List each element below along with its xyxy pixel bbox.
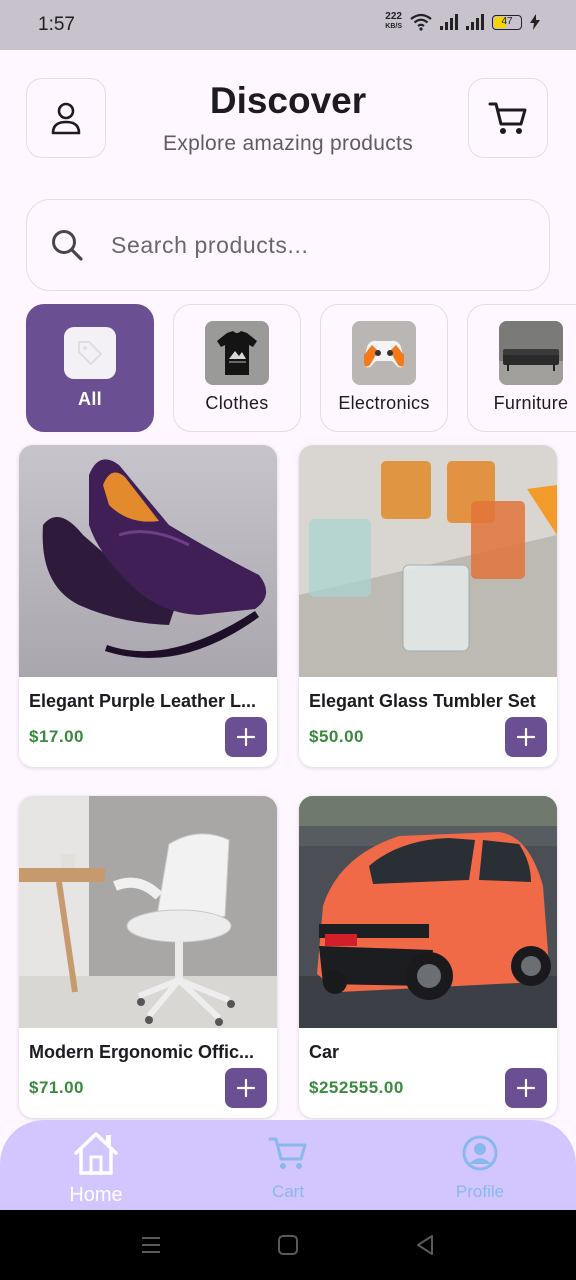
signal-icon-1 [440,14,458,30]
product-price: $71.00 [29,1078,84,1097]
network-speed-value: 222 [385,11,402,22]
product-card[interactable]: Car $252555.00 [299,796,557,1118]
product-image-office-chair [19,796,277,1028]
nav-profile[interactable]: Profile [384,1120,576,1210]
plus-icon [236,1078,256,1098]
category-list[interactable]: All Clothes Electronics Furniture [26,304,576,432]
product-price: $17.00 [29,727,84,746]
product-name: Modern Ergonomic Offic... [29,1042,255,1062]
product-card[interactable]: Elegant Glass Tumbler Set $50.00 [299,445,557,767]
add-to-cart-button[interactable] [505,1068,547,1108]
add-to-cart-button[interactable] [505,717,547,757]
system-navigation-bar [0,1210,576,1280]
header: Discover Explore amazing products [0,50,576,190]
bottom-navigation: Home Cart Profile [0,1120,576,1210]
product-image-glass-tumblers [299,445,557,677]
cart-icon [488,102,527,134]
search-input[interactable] [111,231,511,259]
battery-icon: 47 [492,14,522,30]
network-speed-unit: KB/S [385,23,402,30]
tshirt-thumbnail [205,321,269,385]
product-name: Elegant Glass Tumbler Set [309,691,536,711]
status-icons: 222 KB/S 47 [385,12,540,32]
nav-home[interactable]: Home [0,1120,192,1210]
wifi-icon [410,13,432,31]
network-speed: 222 KB/S [385,12,402,32]
battery-level: 47 [501,15,513,27]
nav-label: Home [69,1184,123,1206]
category-electronics[interactable]: Electronics [320,304,448,432]
category-label: Clothes [205,393,269,413]
product-image-purple-loafers [19,445,277,677]
nav-label: Profile [455,1182,505,1201]
category-all[interactable]: All [26,304,154,432]
search-box[interactable] [26,199,550,291]
add-to-cart-button[interactable] [225,717,267,757]
product-price: $50.00 [309,727,364,746]
nav-cart[interactable]: Cart [192,1120,384,1210]
product-card[interactable]: Elegant Purple Leather L... $17.00 [19,445,277,767]
add-to-cart-button[interactable] [225,1068,267,1108]
plus-icon [516,1078,536,1098]
category-label: All [78,389,102,409]
category-label: Furniture [493,393,569,413]
category-label: Electronics [338,393,430,413]
charging-bolt-icon [530,14,540,30]
tag-icon [64,327,116,379]
category-clothes[interactable]: Clothes [173,304,301,432]
product-card[interactable]: Modern Ergonomic Offic... $71.00 [19,796,277,1118]
signal-icon-2 [466,14,484,30]
recents-icon[interactable] [140,1234,162,1256]
product-name: Car [309,1042,340,1062]
product-name: Elegant Purple Leather L... [29,691,257,711]
nav-label: Cart [271,1182,305,1201]
home-icon [71,1128,121,1178]
cart-icon [268,1128,308,1178]
plus-icon [236,727,256,747]
account-circle-icon [461,1128,499,1178]
sofa-thumbnail [499,321,563,385]
cart-button[interactable] [468,78,548,158]
category-furniture[interactable]: Furniture [467,304,576,432]
status-time: 1:57 [38,14,75,35]
search-icon [49,227,85,263]
product-image-orange-suv [299,796,557,1028]
home-button-icon[interactable] [277,1234,299,1256]
status-bar: 1:57 222 KB/S 47 [0,0,576,50]
gamepad-thumbnail [352,321,416,385]
product-price: $252555.00 [309,1078,404,1097]
plus-icon [516,727,536,747]
back-icon[interactable] [414,1234,436,1256]
